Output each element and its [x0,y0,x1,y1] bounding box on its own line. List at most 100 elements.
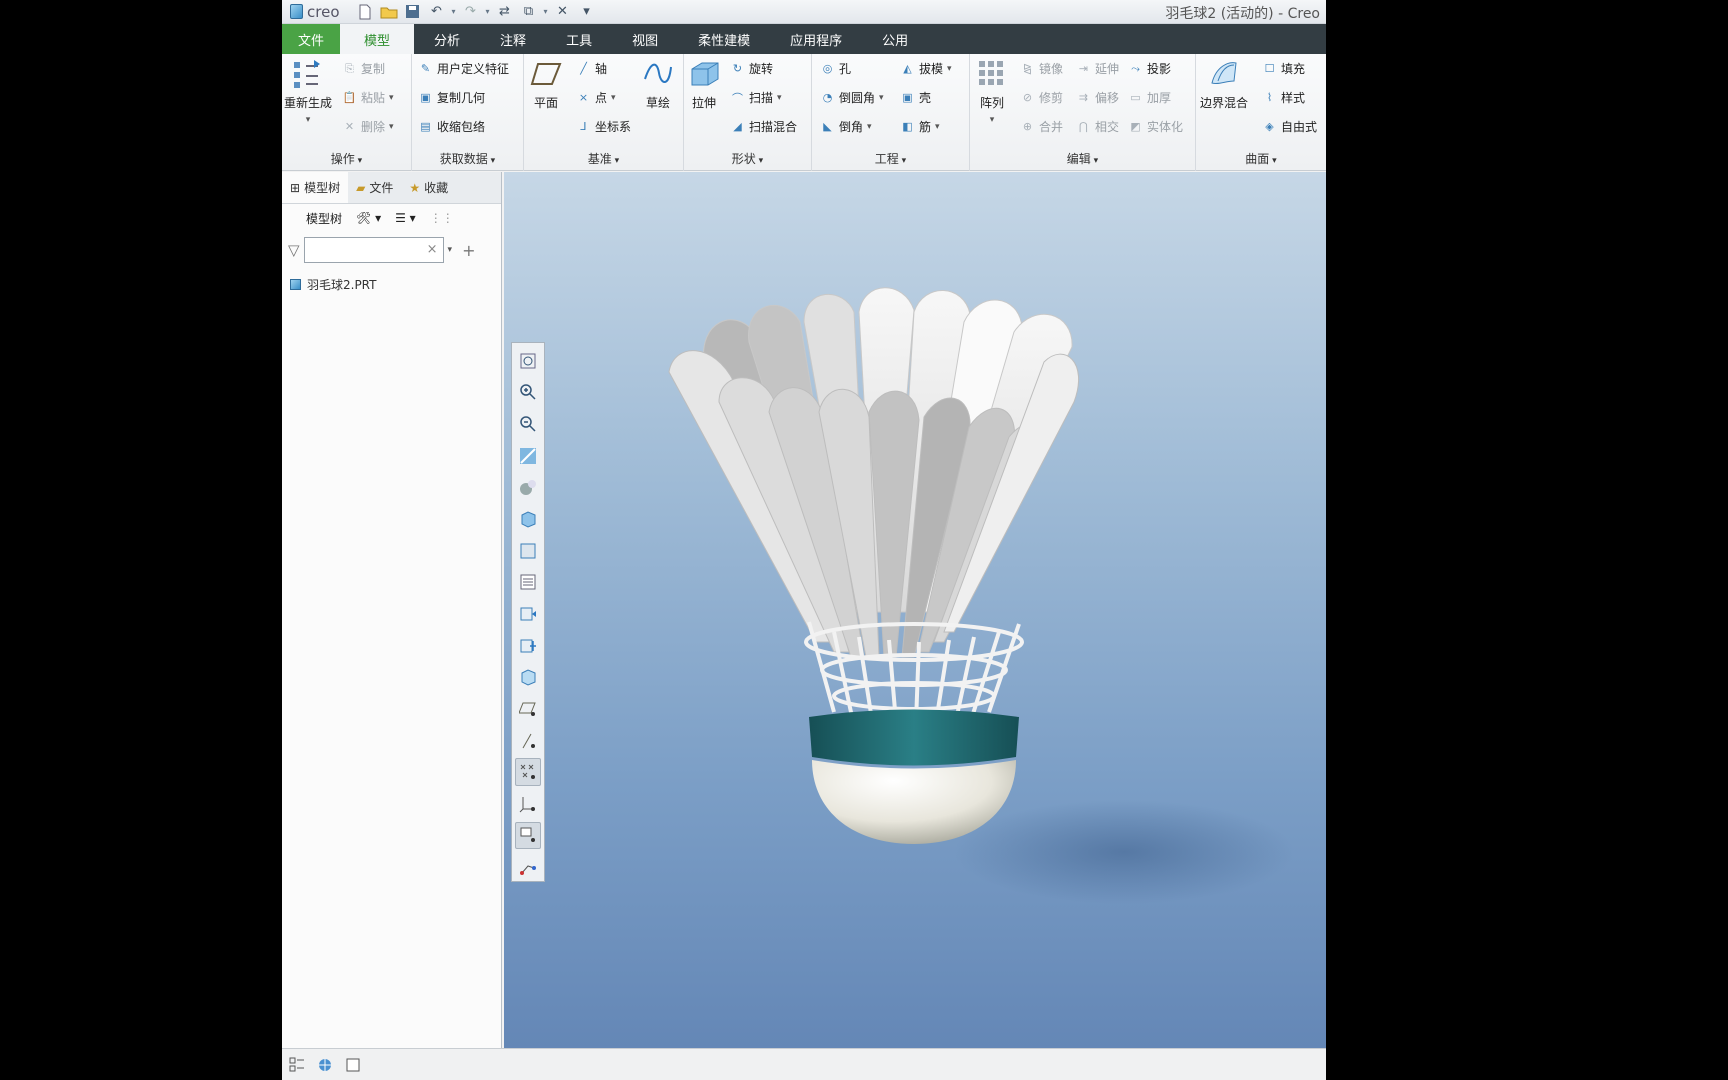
new-file-icon[interactable] [354,2,376,22]
search-input[interactable]: × [303,237,444,263]
search-dropdown-icon[interactable]: ▾ [448,245,453,255]
rib-button[interactable]: ◧ 筋 ▾ [900,118,940,135]
sweep-dropdown-icon[interactable]: ▾ [777,93,782,103]
intersect-button[interactable]: ⋂ 相交 [1076,118,1119,135]
tab-view[interactable]: 视图 [612,24,678,54]
shell-button[interactable]: ▣ 壳 [900,89,931,106]
plane-button[interactable]: 平面 [530,58,562,111]
csys-button[interactable]: ⅃ 坐标系 [576,118,631,135]
point-button[interactable]: × 点 ▾ [576,89,616,106]
tree-item-part[interactable]: 羽毛球2.PRT [282,268,501,293]
tab-flexible-modeling[interactable]: 柔性建模 [678,24,770,54]
regenerate-button[interactable]: 重新生成 ▾ [284,58,332,125]
point-display-icon[interactable] [515,758,541,786]
csys-display-icon[interactable] [515,790,541,818]
redo-icon[interactable]: ↷ [460,2,482,22]
solidify-button[interactable]: ◩ 实体化 [1128,118,1183,135]
extend-button[interactable]: ⇥ 延伸 [1076,60,1119,77]
delete-button[interactable]: ✕ 删除 ▾ [342,118,394,135]
tab-common[interactable]: 公用 [862,24,928,54]
axis-display-icon[interactable] [515,727,541,755]
group-shape-label[interactable]: 形状 [684,150,811,167]
repaint-icon[interactable] [515,442,541,470]
group-get-data-label[interactable]: 获取数据 [412,150,523,167]
hole-button[interactable]: ◎ 孔 [820,60,851,77]
mirror-button[interactable]: ⧎ 镜像 [1020,60,1063,77]
axis-button[interactable]: ╱ 轴 [576,60,607,77]
tab-analysis[interactable]: 分析 [414,24,480,54]
refit-icon[interactable] [515,347,541,375]
draft-dropdown-icon[interactable]: ▾ [947,64,952,74]
boundary-blend-button[interactable]: 边界混合 [1200,58,1248,111]
tab-annotate[interactable]: 注释 [480,24,546,54]
tab-applications[interactable]: 应用程序 [770,24,862,54]
show-browser-icon[interactable] [314,1054,336,1076]
extrude-button[interactable]: 拉伸 [688,58,720,111]
tab-model[interactable]: 模型 [340,24,415,54]
tab-tools[interactable]: 工具 [546,24,612,54]
sketch-button[interactable]: 草绘 [642,58,674,111]
freestyle-button[interactable]: ◈ 自由式 [1262,118,1317,135]
copy-button[interactable]: ⎘ 复制 [342,60,385,77]
group-editing-label[interactable]: 编辑 [970,150,1195,167]
add-icon[interactable]: + [462,241,475,260]
trim-button[interactable]: ⊘ 修剪 [1020,89,1063,106]
merge-button[interactable]: ⊕ 合并 [1020,118,1063,135]
offset-button[interactable]: ⇉ 偏移 [1076,89,1119,106]
undo-dropdown-icon[interactable]: ▾ [450,7,458,16]
zoom-in-icon[interactable] [515,379,541,407]
display-style-icon[interactable] [515,505,541,533]
customize-toolbar-icon[interactable]: ▾ [576,2,598,22]
draft-button[interactable]: ◭ 拔模 ▾ [900,60,952,77]
spin-center-display-icon[interactable] [515,821,541,850]
round-button[interactable]: ◔ 倒圆角 ▾ [820,89,884,106]
paste-dropdown-icon[interactable]: ▾ [389,93,394,103]
udf-button[interactable]: ✎ 用户定义特征 [418,60,509,77]
point-dropdown-icon[interactable]: ▾ [611,93,616,103]
project-button[interactable]: ⤳ 投影 [1128,60,1171,77]
saved-orientations-icon[interactable] [515,537,541,565]
swept-blend-button[interactable]: ◢ 扫描混合 [730,118,797,135]
tree-filter-icon[interactable]: ⋮⋮ [430,211,454,225]
spin-center-icon[interactable] [515,600,541,628]
regenerate-dropdown-icon[interactable]: ▾ [306,115,311,125]
show-list-icon[interactable]: ☰ ▾ [395,211,416,225]
save-icon[interactable] [402,2,424,22]
show-navigator-icon[interactable] [286,1054,308,1076]
appearance-icon[interactable] [515,663,541,691]
revolve-button[interactable]: ↻ 旋转 [730,60,773,77]
view-manager-icon[interactable] [515,568,541,596]
clear-search-icon[interactable]: × [427,242,438,257]
pattern-dropdown-icon[interactable]: ▾ [990,115,995,125]
copy-geometry-button[interactable]: ▣ 复制几何 [418,89,485,106]
rib-dropdown-icon[interactable]: ▾ [935,122,940,132]
group-surfaces-label[interactable]: 曲面 [1196,150,1326,167]
shrinkwrap-button[interactable]: ▤ 收缩包络 [418,118,485,135]
round-dropdown-icon[interactable]: ▾ [879,93,884,103]
chamfer-button[interactable]: ◣ 倒角 ▾ [820,118,872,135]
undo-icon[interactable]: ↶ [426,2,448,22]
open-folder-icon[interactable] [378,2,400,22]
graphics-window[interactable] [504,172,1326,1048]
tab-folder-browser[interactable]: ▰ 文件 [348,172,401,203]
regenerate-icon[interactable]: ⇄ [494,2,516,22]
zoom-out-icon[interactable] [515,410,541,438]
perspective-view-icon[interactable] [515,474,541,502]
sweep-button[interactable]: ⌒ 扫描 ▾ [730,89,782,106]
plane-display-icon[interactable] [515,695,541,723]
group-engineering-label[interactable]: 工程 [812,150,969,167]
tab-favorites[interactable]: ★ 收藏 [401,172,456,203]
full-screen-icon[interactable] [342,1054,364,1076]
paste-button[interactable]: 📋 粘贴 ▾ [342,89,394,106]
group-datum-label[interactable]: 基准 [524,150,683,167]
windows-dropdown-icon[interactable]: ▾ [542,7,550,16]
redo-dropdown-icon[interactable]: ▾ [484,7,492,16]
settings-tools-icon[interactable]: 🛠 ▾ [356,211,381,225]
chamfer-dropdown-icon[interactable]: ▾ [867,122,872,132]
tab-file[interactable]: 文件 [282,24,341,54]
fill-button[interactable]: ☐ 填充 [1262,60,1305,77]
thicken-button[interactable]: ▭ 加厚 [1128,89,1171,106]
tab-model-tree[interactable]: ⊞ 模型树 [282,172,349,203]
style-button[interactable]: ⌇ 样式 [1262,89,1305,106]
annotation-toggle-icon[interactable] [515,853,541,881]
